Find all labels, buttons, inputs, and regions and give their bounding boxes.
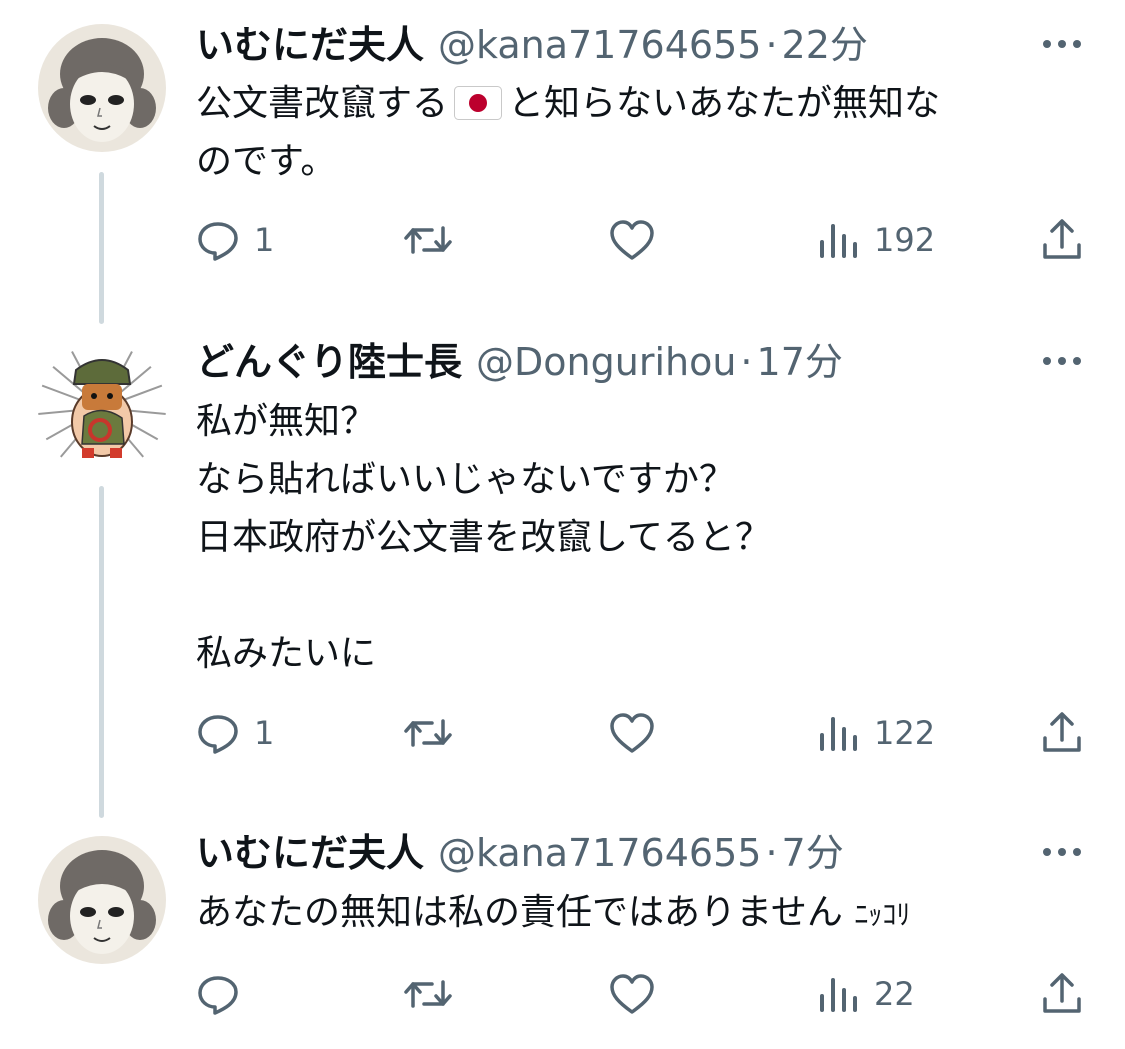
views-button[interactable]: 192 [816, 216, 935, 264]
avatar-donguri[interactable] [38, 344, 166, 472]
separator-dot: · [740, 340, 753, 384]
thread-line [99, 172, 104, 324]
view-count: 22 [874, 975, 915, 1013]
separator-dot: · [765, 23, 778, 67]
reply-icon [196, 972, 240, 1016]
author-handle[interactable]: @Dongurihou [476, 335, 736, 389]
tweet-text-segment: 公文書改竄する [196, 83, 449, 124]
more-icon[interactable] [1040, 351, 1084, 371]
share-icon [1040, 217, 1084, 263]
share-icon [1040, 971, 1084, 1017]
more-icon[interactable] [1040, 842, 1084, 862]
views-button[interactable]: 122 [816, 709, 935, 757]
reply-button[interactable] [196, 970, 254, 1018]
share-button[interactable] [1040, 216, 1084, 264]
author-handle[interactable]: @kana71764655 [438, 18, 761, 72]
thread-line [99, 486, 104, 818]
author-name[interactable]: いむにだ夫人 [196, 826, 424, 880]
avatar-imunida[interactable] [38, 836, 166, 964]
tweet-text-line: 日本政府が公文書を改竄してると？ [196, 517, 771, 558]
retweet-button[interactable] [402, 970, 468, 1018]
retweet-button[interactable] [402, 709, 468, 757]
tweet-text: 公文書改竄する と知らないあなたが無知な のです。 [196, 75, 940, 191]
heart-icon [608, 218, 656, 262]
reply-icon [196, 218, 240, 262]
author-name[interactable]: どんぐり陸士長 [196, 335, 462, 389]
japan-flag-icon [454, 80, 503, 120]
views-chart-icon [816, 972, 860, 1016]
tweet-text-line: なら貼ればいいじゃないですか？ [196, 459, 735, 500]
like-button[interactable] [608, 709, 670, 757]
like-button[interactable] [608, 216, 670, 264]
share-button[interactable] [1040, 970, 1084, 1018]
tweet-time[interactable]: 17分 [757, 335, 843, 389]
tweet-text: あなたの無知は私の責任ではありません ﾆｯｺﾘ [196, 884, 910, 942]
tweet-header: どんぐり陸士長 @Dongurihou · 17分 [196, 335, 843, 389]
retweet-icon [402, 711, 454, 755]
reply-count: 1 [254, 714, 275, 752]
heart-icon [608, 972, 656, 1016]
tweet-text-segment: あなたの無知は私の責任ではありません [196, 892, 843, 933]
view-count: 192 [874, 221, 936, 259]
tweet-text: 私が無知？ なら貼ればいいじゃないですか？ 日本政府が公文書を改竄してると？ 私… [196, 393, 771, 683]
tweet-text-line: のです。 [196, 141, 337, 182]
views-button[interactable]: 22 [816, 970, 915, 1018]
tweet-text-line: 私みたいに [196, 633, 377, 674]
views-chart-icon [816, 711, 860, 755]
share-icon [1040, 710, 1084, 756]
tweet-text-line: 公文書改竄する と知らないあなたが無知な [196, 75, 940, 133]
tweet-text-line: 私が無知？ [196, 401, 377, 442]
tweet-time[interactable]: 7分 [782, 826, 844, 880]
retweet-icon [402, 218, 454, 262]
tweet-text-segment: と知らないあなたが無知な [508, 83, 941, 124]
tweet-text-small-kana: ﾆｯｺﾘ [854, 898, 911, 931]
retweet-button[interactable] [402, 216, 468, 264]
views-chart-icon [816, 218, 860, 262]
tweet-text-line: あなたの無知は私の責任ではありません ﾆｯｺﾘ [196, 884, 910, 942]
like-button[interactable] [608, 970, 670, 1018]
heart-icon [608, 711, 656, 755]
author-handle[interactable]: @kana71764655 [438, 826, 761, 880]
author-name[interactable]: いむにだ夫人 [196, 18, 424, 72]
share-button[interactable] [1040, 709, 1084, 757]
reply-button[interactable]: 1 [196, 709, 274, 757]
reply-icon [196, 711, 240, 755]
avatar-imunida[interactable] [38, 24, 166, 152]
tweet-time[interactable]: 22分 [782, 18, 868, 72]
separator-dot: · [765, 831, 778, 875]
tweet-header: いむにだ夫人 @kana71764655 · 7分 [196, 826, 844, 880]
retweet-icon [402, 972, 454, 1016]
tweet-text-line [196, 567, 771, 625]
view-count: 122 [874, 714, 936, 752]
more-icon[interactable] [1040, 34, 1084, 54]
reply-count: 1 [254, 221, 275, 259]
reply-button[interactable]: 1 [196, 216, 274, 264]
tweet-header: いむにだ夫人 @kana71764655 · 22分 [196, 18, 868, 72]
